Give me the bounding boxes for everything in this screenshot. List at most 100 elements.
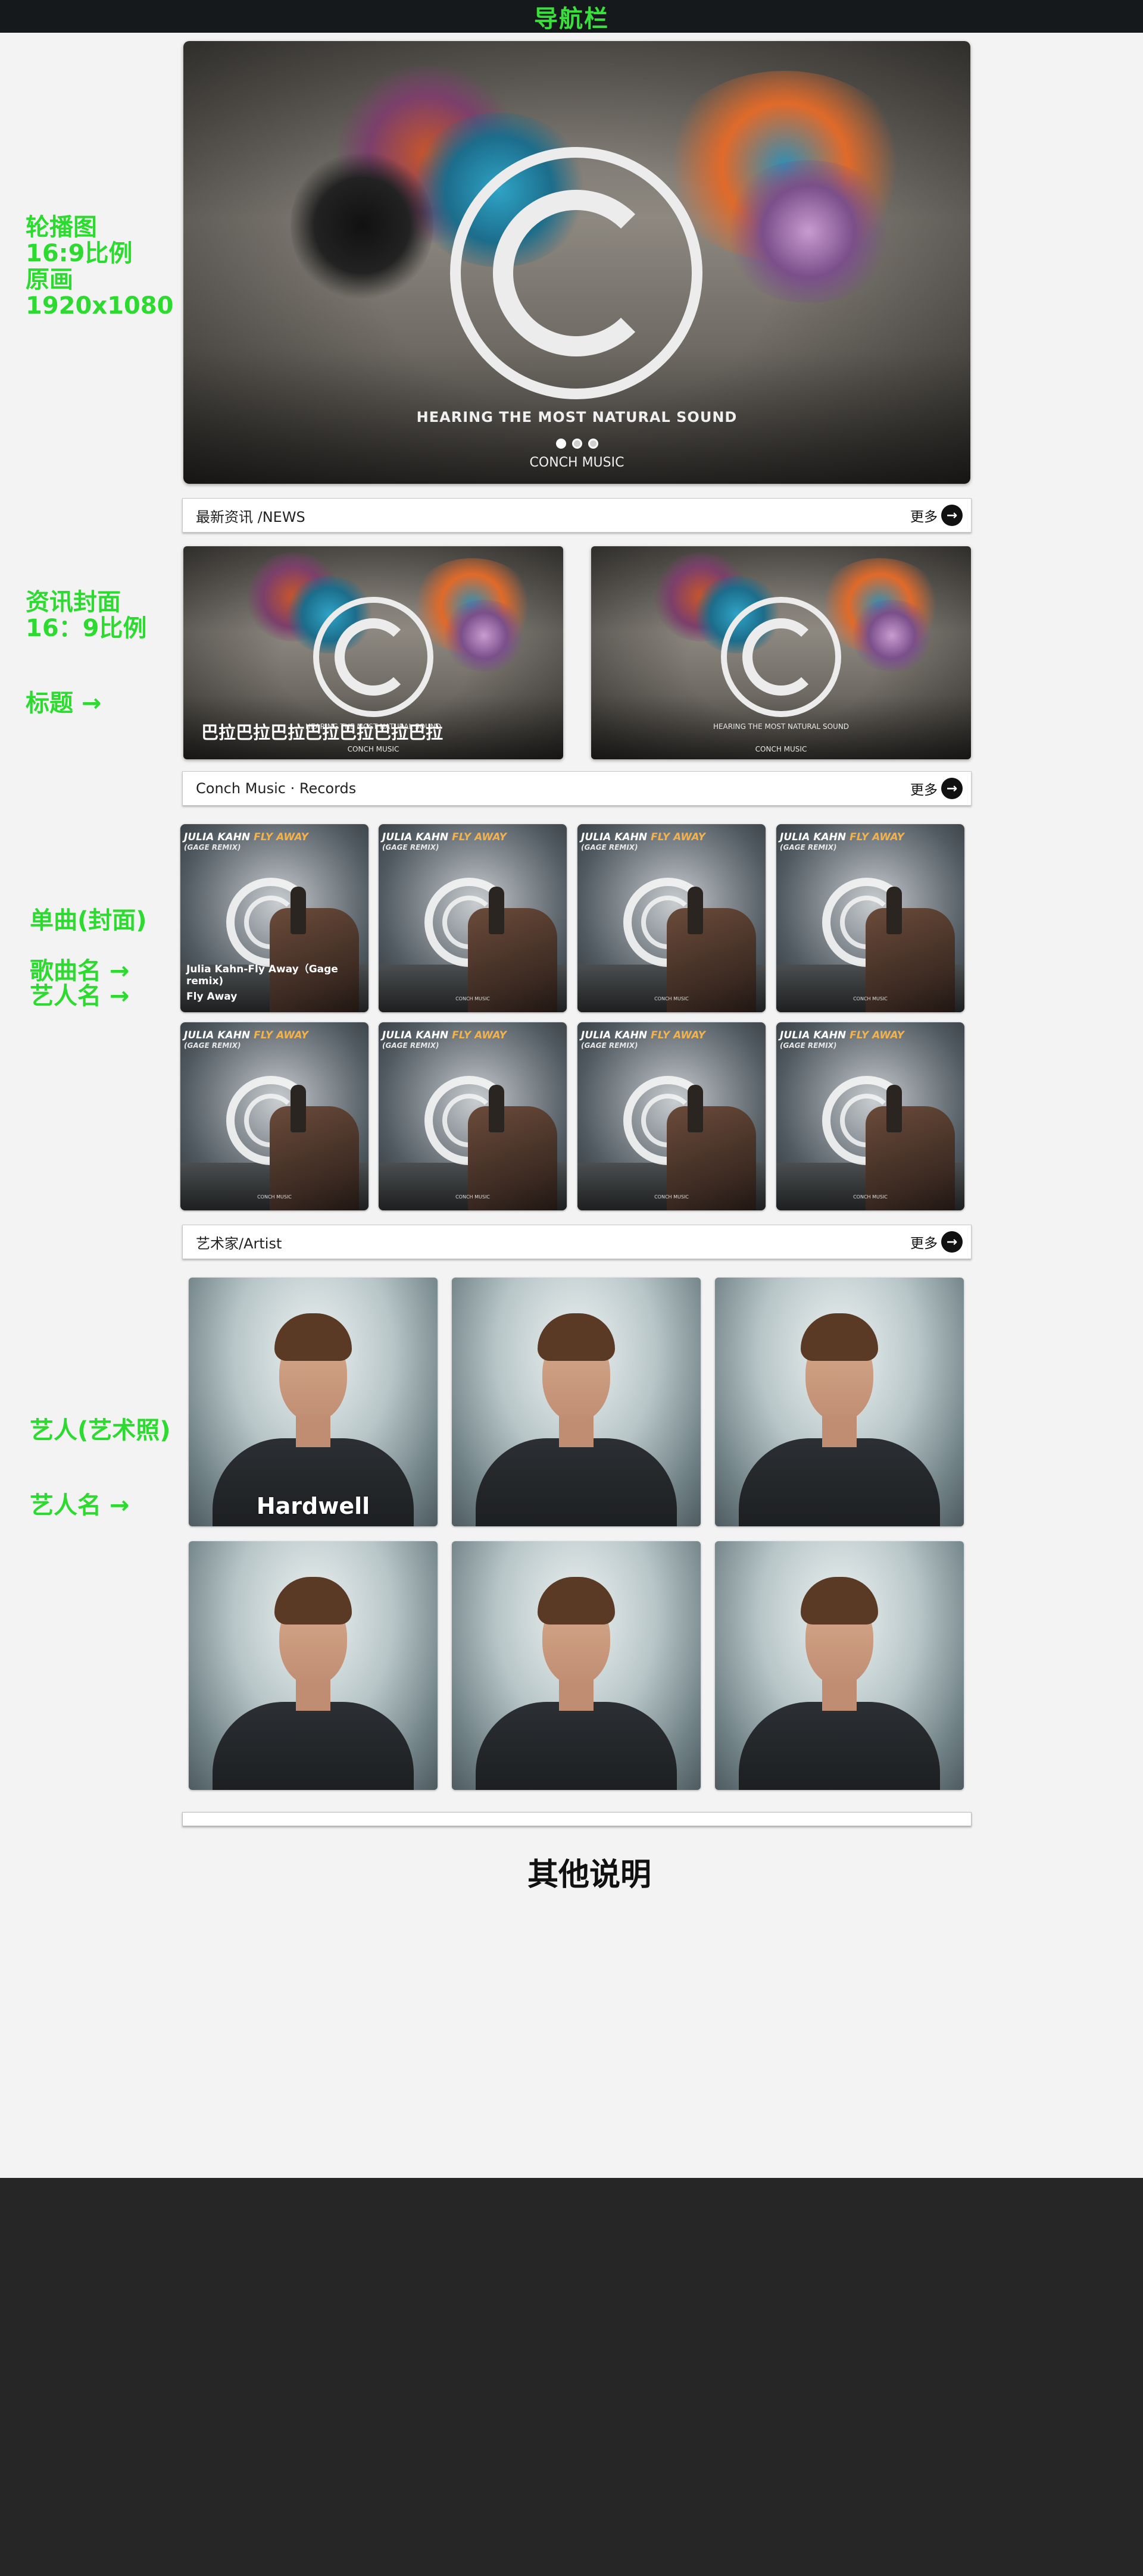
news-more-link[interactable]: 更多 → [910, 505, 963, 526]
news-section-title: 最新资讯 /NEWS [196, 508, 305, 525]
cover-remix: (GAGE REMIX) [184, 843, 241, 852]
cover-remix: (GAGE REMIX) [184, 1041, 241, 1050]
carousel-dot[interactable] [572, 439, 582, 449]
news-card[interactable]: HEARING THE MOST NATURAL SOUND CONCH MUS… [183, 546, 563, 759]
conch-logo-inner [335, 618, 412, 696]
annotation-song-name: 歌曲名 → [30, 957, 130, 985]
cover-artist: JULIA KAHN [382, 1029, 449, 1041]
annotation-news-title: 标题 → [26, 690, 102, 717]
annotation-line: 资讯封面 [26, 589, 121, 616]
artist-portrait[interactable] [715, 1541, 964, 1790]
cover-title: FLY AWAY [850, 1029, 904, 1041]
annotation-line: 16:9比例 [26, 240, 133, 267]
artist-section-title: 艺术家/Artist [196, 1235, 282, 1252]
cover-artist: JULIA KAHN [581, 831, 648, 843]
cover-artist: JULIA KAHN [780, 1029, 847, 1041]
cover-artist-line: JULIA KAHN FLY AWAY [382, 831, 507, 843]
conch-logo-inner [742, 618, 820, 696]
news-card-tag: HEARING THE MOST NATURAL SOUND [713, 722, 850, 731]
cover-label: CONCH MUSIC [853, 996, 888, 1001]
portrait-hair [274, 1313, 352, 1361]
portrait-hair [538, 1577, 615, 1625]
records-section-title: Conch Music · Records [196, 780, 357, 797]
cover-title: FLY AWAY [651, 831, 705, 843]
annotation-artist-name: 艺人名 → [30, 1492, 130, 1519]
cover-label: CONCH MUSIC [654, 996, 689, 1001]
carousel-slide[interactable]: HEARING THE MOST NATURAL SOUND CONCH MUS… [183, 41, 970, 484]
carousel-dot[interactable] [555, 439, 566, 449]
carousel-tagline: HEARING THE MOST NATURAL SOUND [416, 409, 738, 425]
artist-portrait[interactable]: Hardwell [189, 1278, 438, 1526]
cover-title: FLY AWAY [452, 831, 507, 843]
cover-figure [886, 1085, 902, 1132]
artist-portrait[interactable] [452, 1278, 701, 1526]
cover-title: FLY AWAY [850, 831, 904, 843]
cover-title: FLY AWAY [254, 1029, 308, 1041]
cover-label: CONCH MUSIC [853, 1194, 888, 1200]
annotation-single-artist: 艺人名 → [30, 982, 130, 1010]
cover-label: CONCH MUSIC [257, 1194, 292, 1200]
cover-artist-line: JULIA KAHN FLY AWAY [780, 1029, 904, 1041]
news-card-brand: CONCH MUSIC [347, 745, 399, 753]
news-section-header: 最新资讯 /NEWS 更多 → [182, 498, 972, 533]
album-cover[interactable]: JULIA KAHN FLY AWAY (GAGE REMIX) CONCH MUS… [379, 1022, 567, 1210]
album-cover[interactable]: JULIA KAHN FLY AWAY (GAGE REMIX) CONCH MUS… [776, 824, 964, 1012]
cover-title: FLY AWAY [651, 1029, 705, 1041]
portrait-hair [801, 1313, 878, 1361]
cover-figure [291, 1085, 306, 1132]
more-label: 更多 [910, 782, 938, 798]
cover-artist: JULIA KAHN [184, 831, 251, 843]
cover-artist: JULIA KAHN [581, 1029, 648, 1041]
album-cover[interactable]: JULIA KAHN FLY AWAY (GAGE REMIX) CONCH MUS… [776, 1022, 964, 1210]
cover-artist: JULIA KAHN [780, 831, 847, 843]
artist-more-link[interactable]: 更多 → [910, 1231, 963, 1253]
cover-artist-line: JULIA KAHN FLY AWAY [184, 1029, 308, 1041]
more-label: 更多 [910, 1236, 938, 1251]
cover-artist-line: JULIA KAHN FLY AWAY [382, 1029, 507, 1041]
cover-title: FLY AWAY [452, 1029, 507, 1041]
artist-portrait[interactable] [189, 1541, 438, 1790]
annotation-carousel: 轮播图 16:9比例 原画 1920x1080 [26, 214, 173, 319]
carousel-dot[interactable] [588, 439, 598, 449]
cover-artist-line: JULIA KAHN FLY AWAY [780, 831, 904, 843]
cover-label: CONCH MUSIC [455, 996, 490, 1001]
cover-remix: (GAGE REMIX) [382, 1041, 439, 1050]
cover-remix: (GAGE REMIX) [581, 843, 638, 852]
cover-figure [688, 887, 703, 934]
cover-remix: (GAGE REMIX) [581, 1041, 638, 1050]
navbar-label: 导航栏 [534, 5, 609, 33]
cover-figure [886, 887, 902, 934]
cover-title: FLY AWAY [254, 831, 308, 843]
cover-figure [688, 1085, 703, 1132]
song-artist: Fly Away [186, 991, 238, 1003]
album-cover[interactable]: JULIA KAHN FLY AWAY (GAGE REMIX) CONCH MUS… [577, 1022, 766, 1210]
arrow-right-icon: → [941, 778, 963, 799]
more-label: 更多 [910, 509, 938, 525]
album-cover[interactable]: JULIA KAHN FLY AWAY (GAGE REMIX) CONCH MUS… [577, 824, 766, 1012]
cover-artist-line: JULIA KAHN FLY AWAY [184, 831, 308, 843]
records-more-link[interactable]: 更多 → [910, 778, 963, 799]
other-notes-title: 其他说明 [527, 1857, 651, 1893]
annotation-line: 16：9比例 [26, 615, 147, 642]
artist-section-header: 艺术家/Artist 更多 → [182, 1225, 972, 1259]
cover-figure [291, 887, 306, 934]
portrait-shirt [476, 1438, 677, 1526]
album-cover[interactable]: JULIA KAHN FLY AWAY (GAGE REMIX) CONCH MUS… [180, 1022, 368, 1210]
cover-artist-line: JULIA KAHN FLY AWAY [581, 1029, 705, 1041]
cover-label: CONCH MUSIC [654, 1194, 689, 1200]
portrait-shirt [739, 1702, 940, 1790]
cover-remix: (GAGE REMIX) [382, 843, 439, 852]
news-card-title: 巴拉巴拉巴拉巴拉巴拉巴拉巴拉 [201, 722, 444, 743]
artist-portrait[interactable] [715, 1278, 964, 1526]
portrait-hair [801, 1577, 878, 1625]
portrait-shirt [476, 1702, 677, 1790]
album-cover[interactable]: JULIA KAHN FLY AWAY (GAGE REMIX) Julia Kah… [180, 824, 368, 1012]
conch-logo-inner [493, 190, 660, 356]
album-cover[interactable]: JULIA KAHN FLY AWAY (GAGE REMIX) CONCH MUS… [379, 824, 567, 1012]
news-card[interactable]: HEARING THE MOST NATURAL SOUND CONCH MUS… [591, 546, 971, 759]
portrait-shirt [213, 1702, 414, 1790]
arrow-right-icon: → [941, 1231, 963, 1253]
footer [0, 2178, 1143, 2576]
artist-portrait[interactable] [452, 1541, 701, 1790]
portrait-hair [538, 1313, 615, 1361]
